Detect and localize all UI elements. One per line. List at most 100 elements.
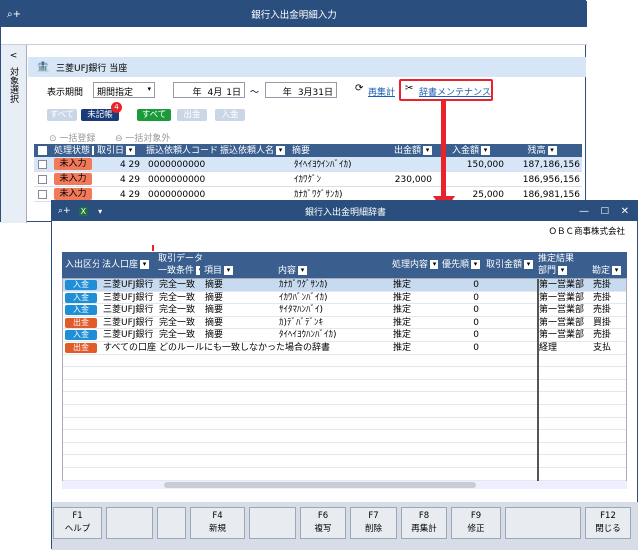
table-row[interactable]: 未入力 4 29 0000000000 ｲｶﾜｸﾞﾝ 230,000 186,956,15…	[34, 172, 582, 187]
from-day: 1日	[226, 88, 241, 98]
table-row[interactable]	[63, 367, 626, 380]
col-memo[interactable]: 摘要	[292, 145, 380, 157]
col-acct[interactable]: 勘定 ▾	[592, 265, 626, 277]
cell-in: 150,000	[466, 160, 504, 170]
cell-priority: 0	[473, 343, 479, 353]
col-status-label: 処理状態	[54, 146, 91, 156]
from-date-input[interactable]: 年 4月 1日	[173, 82, 245, 98]
bulk-register-button[interactable]: ⊙ 一括登録	[49, 131, 95, 144]
unrecorded-count: 4	[114, 103, 119, 111]
status-badge: 未入力	[54, 158, 92, 170]
row-checkbox[interactable]	[38, 160, 47, 169]
col-bank[interactable]: 法人口座 ▾	[102, 259, 154, 271]
front-titlebar: ⌕+ X ▾ 銀行入出金明細辞書 — □ ✕	[52, 201, 638, 221]
col-out[interactable]: 出金額 ▾	[382, 145, 432, 157]
chevron-down-icon: ▾	[276, 146, 286, 155]
table-row[interactable]: 出金 すべての口座 どのルールにも一致しなかった場合の辞書 推定 0 経理 支払	[63, 342, 626, 355]
table-row[interactable]: 入金 三菱UFJ銀行 完全一致 摘要 ｲｶﾜﾊﾞﾝﾊﾞｲｶ) 推定 0 第一営業部 売掛	[63, 291, 626, 305]
cell-bank: 三菱UFJ銀行	[103, 280, 154, 290]
filter-out-button[interactable]: 出金	[177, 109, 207, 121]
table-row[interactable]: 出金 三菱UFJ銀行 完全一致 摘要 ｶ)ﾃﾞﾊﾞﾃﾞﾝｷ 推定 0 第一営業部 買掛	[63, 316, 626, 330]
side-panel[interactable]: < 対象選択	[1, 45, 27, 223]
side-panel-arrow[interactable]: <	[1, 51, 26, 61]
col-proc[interactable]: 処理内容 ▾	[392, 259, 438, 271]
col-priority[interactable]: 優先順 ▾	[442, 259, 482, 271]
bulk-exclude-label: 一括対象外	[125, 134, 171, 144]
col-content[interactable]: 内容 ▾	[278, 265, 388, 277]
tools-icon[interactable]: ✂	[405, 83, 413, 94]
filter-all-button[interactable]: すべて	[47, 109, 77, 121]
col-balance[interactable]: 残高 ▾	[504, 145, 580, 157]
col-content-label: 内容	[278, 266, 297, 276]
table-row[interactable]: 入金 三菱UFJ銀行 完全一致 摘要 ｶﾅｶﾞﾜｸﾞｻﾝｶ) 推定 0 第一営業部 売掛	[63, 279, 626, 292]
cell-dept: 第一営業部	[539, 280, 585, 290]
chevron-down-icon: ▾	[126, 146, 136, 155]
cell-date: 4 29	[119, 175, 140, 185]
fkey-button[interactable]	[505, 507, 581, 539]
period-select[interactable]: 期間指定 ▾	[93, 82, 155, 98]
col-amount[interactable]: 取引金額 ▾	[486, 259, 536, 271]
cell-bank: すべての口座	[103, 343, 157, 353]
cell-acct: 支払	[593, 343, 612, 353]
col-date[interactable]: 取引日 ▾	[97, 145, 141, 157]
close-icon[interactable]: ✕	[621, 206, 629, 217]
chevron-down-icon: ▾	[147, 85, 151, 93]
refresh-icon[interactable]: ⟳	[355, 83, 363, 94]
table-row[interactable]: 入金 三菱UFJ銀行 完全一致 摘要 ﾀｲﾍｲﾖｳﾊﾝﾊﾞｲｶ) 推定 0 第一営業部 売掛	[63, 329, 626, 342]
fkey-label: 複写	[314, 524, 332, 534]
fkey-button[interactable]: F4 新規	[190, 507, 245, 539]
col-code[interactable]: 振込依頼人コード▾	[146, 145, 218, 157]
dict-maint-link[interactable]: 辞書メンテナンス	[419, 85, 491, 98]
minimize-icon[interactable]: —	[579, 206, 589, 217]
fkey-button[interactable]	[249, 507, 296, 539]
recalc-link[interactable]: 再集計	[368, 85, 395, 98]
table-row[interactable]	[63, 380, 626, 393]
h-scrollbar-thumb[interactable]	[164, 482, 476, 488]
table-row[interactable]	[63, 405, 626, 418]
col-dept[interactable]: 部門 ▾	[538, 265, 590, 277]
col-status[interactable]: 処理状態▾	[54, 145, 94, 157]
table-row[interactable]: 未入力 4 29 0000000000 ﾀｲﾍｲﾖｳｲﾝﾊﾞｲｶ) 150,000 187…	[34, 157, 582, 172]
header-checkbox[interactable]	[38, 146, 47, 155]
table-row[interactable]	[63, 355, 626, 368]
inout-badge: 入金	[65, 292, 97, 303]
table-row[interactable]	[63, 418, 626, 431]
table-row[interactable]	[63, 392, 626, 405]
col-name[interactable]: 振込依頼人名 ▾	[220, 145, 292, 157]
col-inout[interactable]: 入出区分▾	[65, 259, 99, 271]
fkey-button[interactable]: F6 複写	[300, 507, 346, 539]
col-item[interactable]: 項目 ▾	[204, 265, 276, 277]
fkey-button[interactable]	[106, 507, 153, 539]
filter-in-button[interactable]: 入金	[215, 109, 245, 121]
fkey-button[interactable]: F8 再集計	[401, 507, 447, 539]
fkey-button[interactable]: F7 削除	[350, 507, 397, 539]
table-row[interactable]	[63, 430, 626, 443]
cell-item: 摘要	[205, 317, 224, 328]
fkey-button[interactable]: F12 閉じる	[585, 507, 631, 539]
chevron-down-icon: ▾	[558, 266, 568, 275]
table-row[interactable]: 入金 三菱UFJ銀行 完全一致 摘要 ｻｲﾀﾏﾊﾝﾊﾞｲ) 推定 0 第一営業部 売掛	[63, 304, 626, 317]
row-checkbox[interactable]	[38, 190, 47, 199]
filter-all-label: すべて	[49, 110, 75, 120]
row-checkbox[interactable]	[38, 175, 47, 184]
to-date-input[interactable]: 年 3月31日	[265, 82, 337, 98]
bulk-exclude-button[interactable]: ⊖ 一括対象外	[115, 131, 170, 144]
col-match[interactable]: 一致条件▾	[158, 265, 200, 277]
filter-all2-button[interactable]: すべて	[137, 109, 171, 121]
inout-badge: 入金	[65, 330, 97, 341]
h-scrollbar[interactable]	[62, 481, 627, 489]
fkey-button[interactable]: F9 修正	[451, 507, 501, 539]
table-row[interactable]	[63, 455, 626, 468]
table-row[interactable]	[63, 443, 626, 456]
cell-dept: 第一営業部	[539, 292, 585, 303]
table-row[interactable]	[63, 468, 626, 481]
fkey-button[interactable]	[157, 507, 186, 539]
col-priority-label: 優先順	[442, 260, 470, 270]
cell-dept: 第一営業部	[539, 317, 585, 328]
fkey-key: F12	[600, 511, 616, 521]
fkey-button[interactable]: F1 ヘルプ	[53, 507, 102, 539]
company-name: ＯＢＣ商事株式会社	[548, 227, 625, 237]
col-group-txn: 取引データ	[158, 254, 204, 264]
maximize-icon[interactable]: □	[600, 206, 609, 216]
arrow-shaft	[441, 100, 446, 200]
